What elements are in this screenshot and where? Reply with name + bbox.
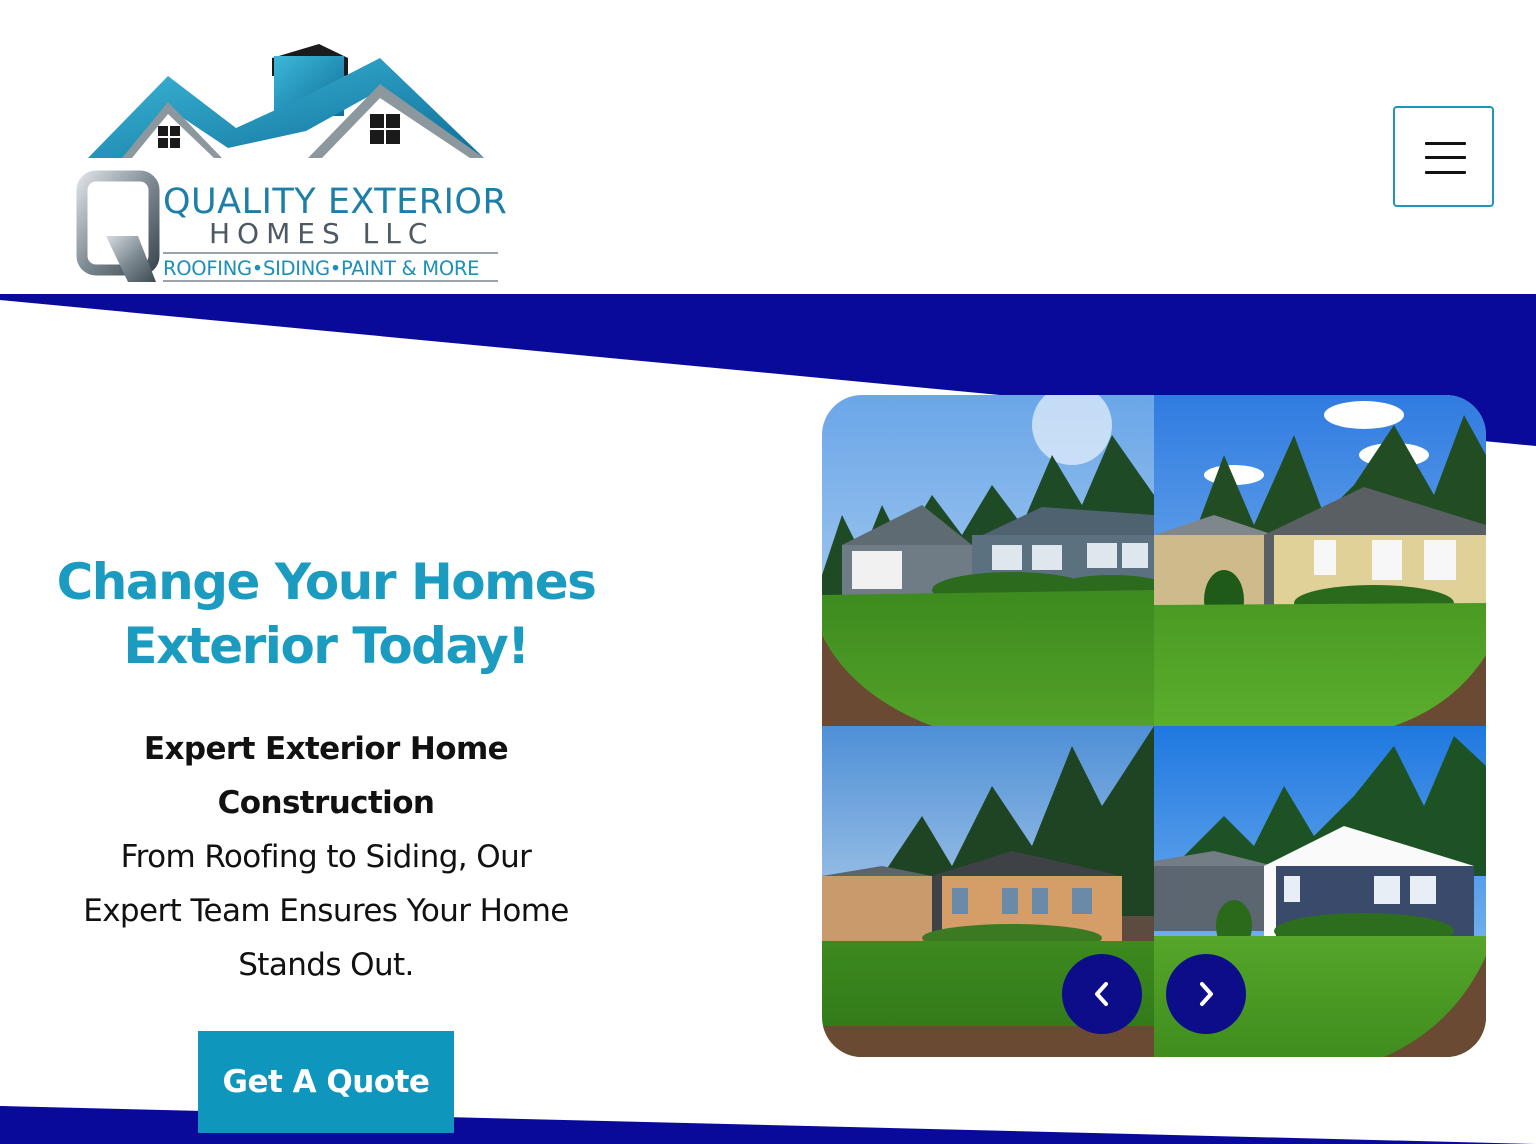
photo-gallery-slider	[822, 395, 1486, 1057]
hero-text-block: Change Your Homes Exterior Today! Expert…	[40, 550, 612, 992]
headline-line-2: Exterior Today!	[123, 617, 530, 675]
description-line-3: Stands Out.	[238, 947, 414, 983]
hero-description: From Roofing to Siding, Our Expert Team …	[40, 830, 612, 992]
hero-subheading: Expert Exterior Home Construction	[40, 722, 612, 830]
chevron-right-icon	[1200, 982, 1213, 1006]
description-line-1: From Roofing to Siding, Our	[120, 839, 532, 875]
subheading-line-2: Construction	[217, 785, 435, 821]
headline-line-1: Change Your Homes	[56, 553, 597, 611]
logo-tagline: ROOFING•SIDING•PAINT & MORE	[163, 257, 480, 280]
menu-button[interactable]	[1393, 106, 1494, 207]
logo-divider-bottom	[163, 280, 498, 282]
company-logo[interactable]: QUALITY EXTERIOR HOMES LLC ROOFING•SIDIN…	[56, 36, 508, 286]
house-photo-yellow	[1154, 395, 1486, 726]
site-header: QUALITY EXTERIOR HOMES LLC ROOFING•SIDIN…	[0, 0, 1536, 294]
logo-divider	[163, 252, 498, 254]
chevron-left-icon	[1095, 982, 1108, 1006]
subheading-line-1: Expert Exterior Home	[143, 731, 509, 767]
logo-line-1: QUALITY EXTERIOR	[163, 182, 508, 222]
description-line-2: Expert Team Ensures Your Home	[83, 893, 569, 929]
hero-headline: Change Your Homes Exterior Today!	[40, 550, 612, 678]
get-a-quote-button[interactable]: Get A Quote	[198, 1031, 454, 1133]
logo-line-2: HOMES LLC	[209, 217, 435, 250]
house-photo-gray	[822, 395, 1154, 726]
previous-slide-button[interactable]	[1062, 954, 1142, 1034]
next-slide-button[interactable]	[1166, 954, 1246, 1034]
